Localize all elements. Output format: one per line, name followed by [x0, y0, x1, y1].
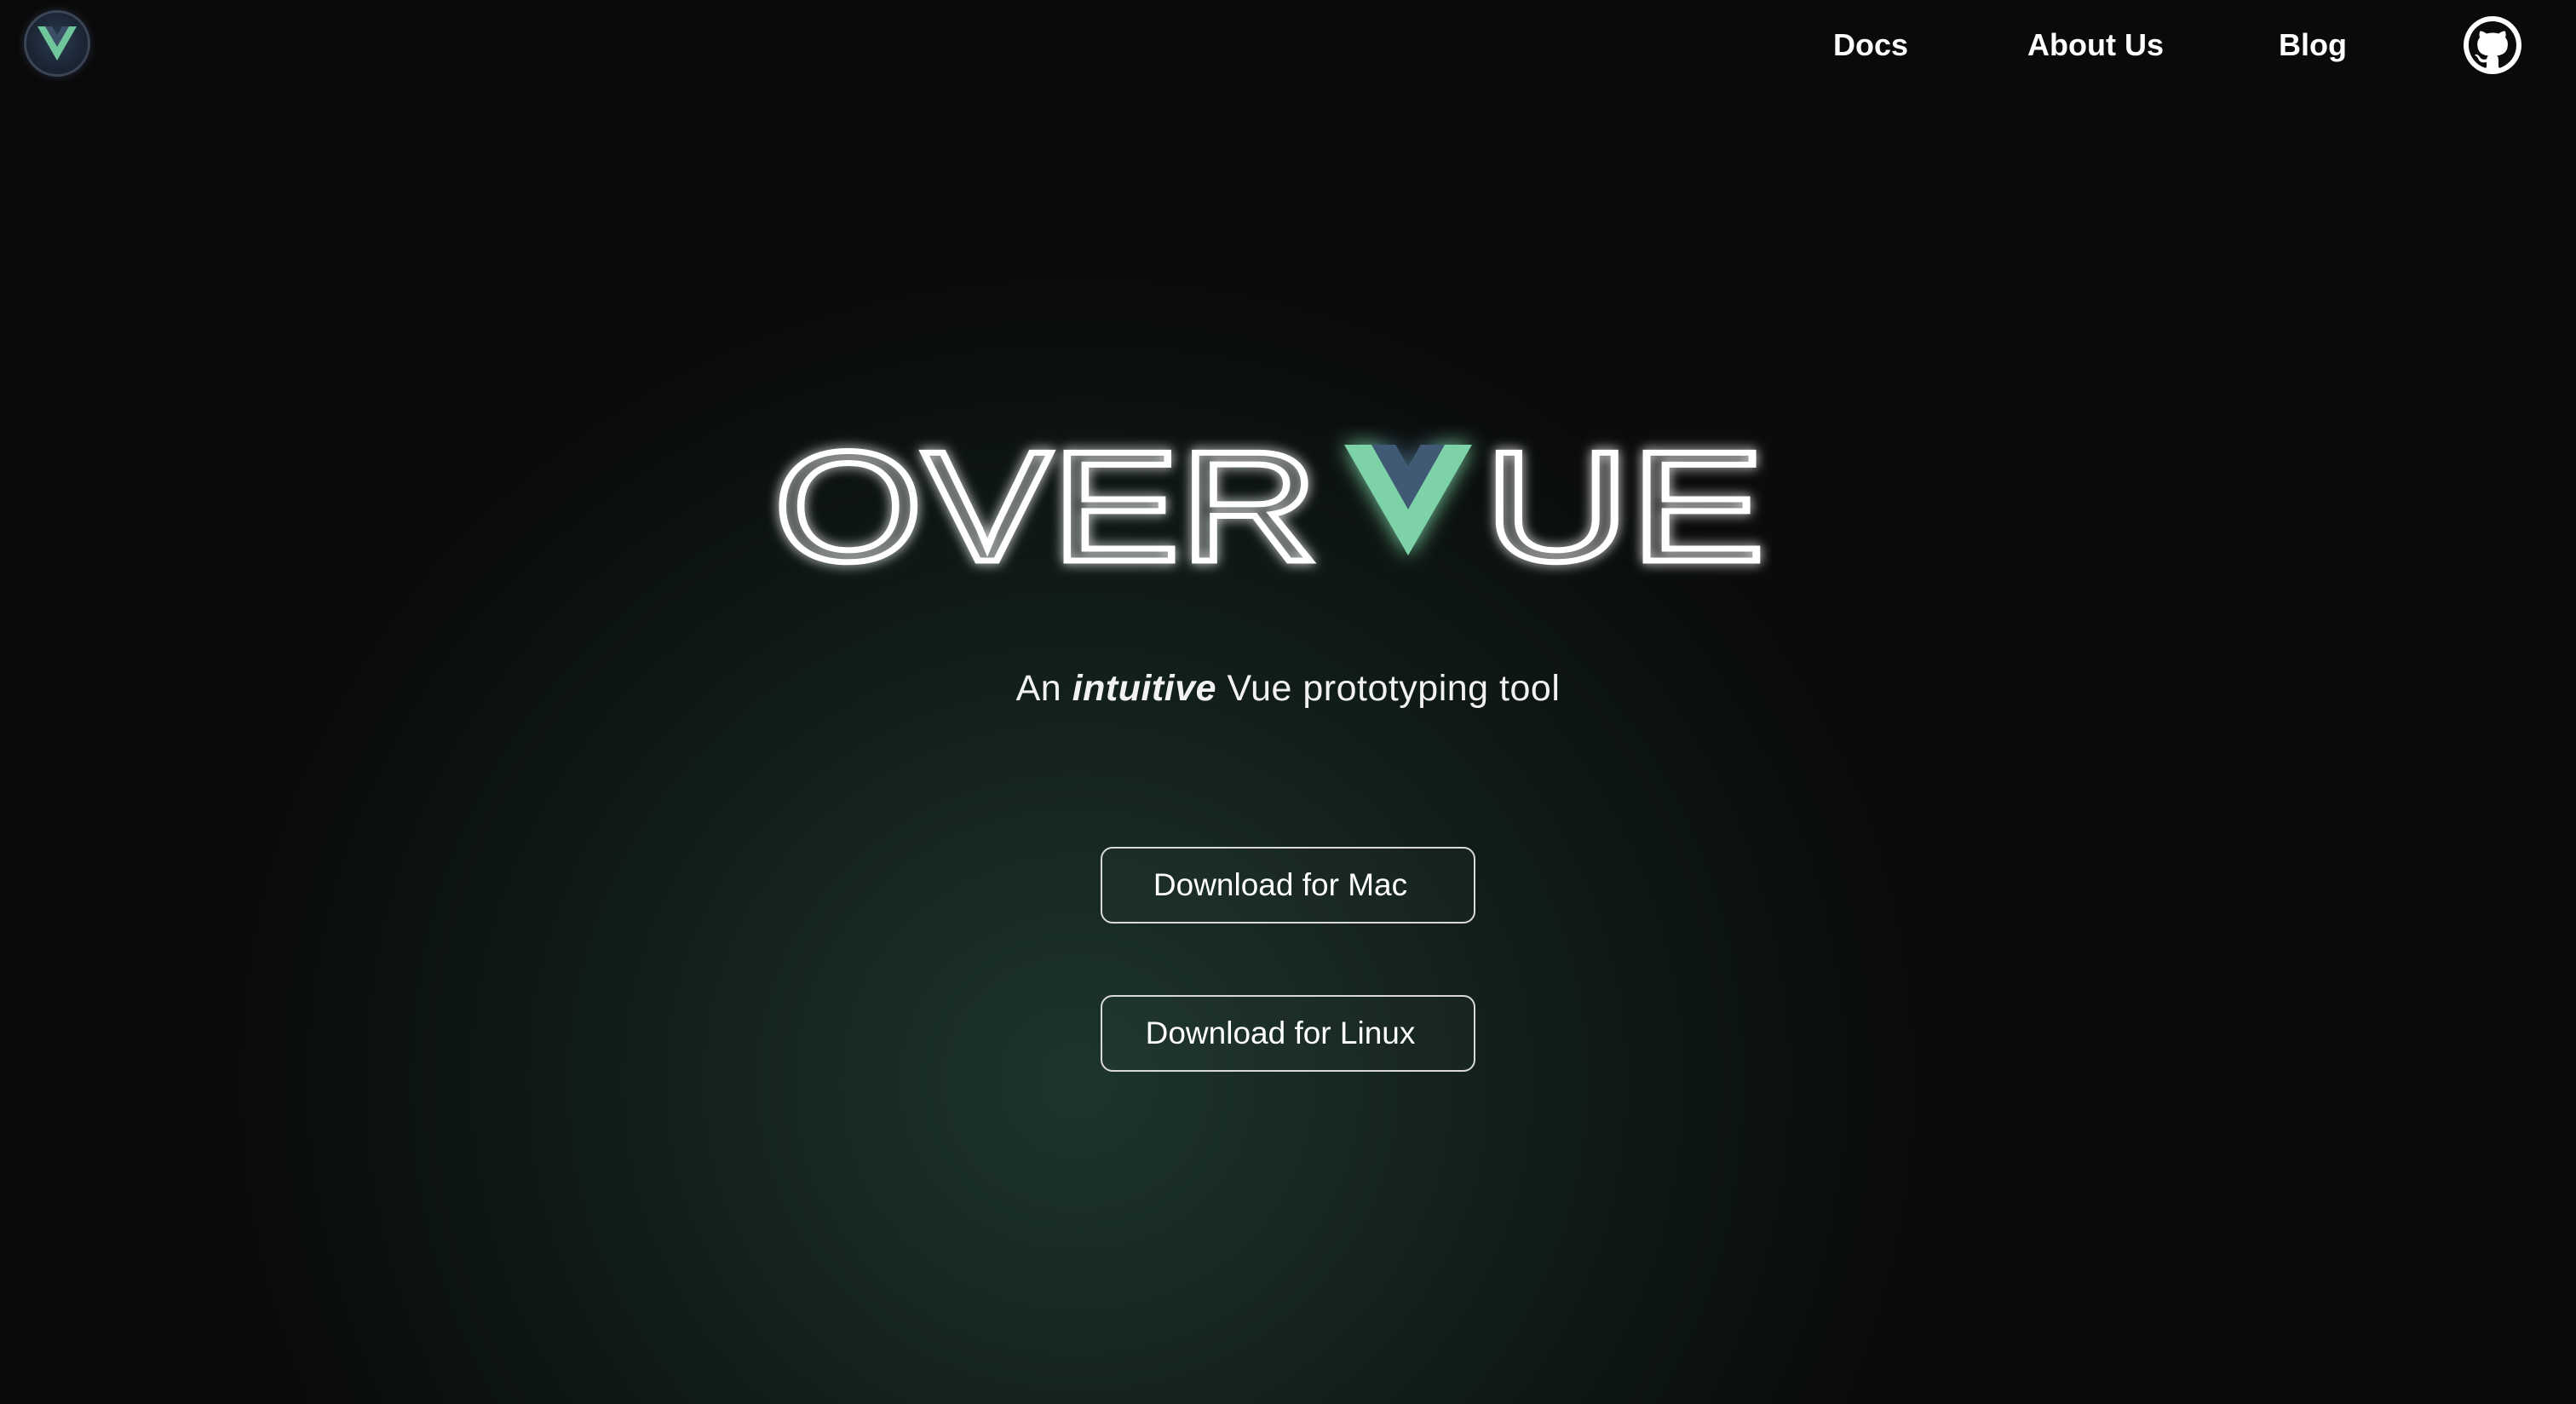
- nav-about-us-link[interactable]: About Us: [2027, 26, 2164, 65]
- home-logo[interactable]: [24, 10, 90, 77]
- overvue-hero-logo: OVER UE: [771, 426, 1768, 579]
- vue-v-logo-icon: [37, 26, 77, 60]
- tagline-suffix: Vue prototyping tool: [1227, 668, 1561, 709]
- tagline: An intuitive Vue prototyping tool: [0, 663, 2576, 714]
- github-link[interactable]: [2464, 16, 2521, 74]
- github-icon: [2469, 21, 2516, 68]
- logo-text-ue: UE: [1484, 426, 1765, 579]
- tagline-emphasis: intuitive: [1072, 668, 1217, 709]
- download-mac-button[interactable]: Download for Mac: [1101, 847, 1475, 924]
- tagline-prefix: An: [1015, 668, 1062, 709]
- logo-text-over: OVER: [773, 426, 1319, 579]
- vue-v-icon: [1344, 445, 1472, 555]
- nav-docs-link[interactable]: Docs: [1833, 26, 1908, 65]
- nav-blog-link[interactable]: Blog: [2279, 26, 2347, 65]
- download-linux-button[interactable]: Download for Linux: [1101, 995, 1475, 1072]
